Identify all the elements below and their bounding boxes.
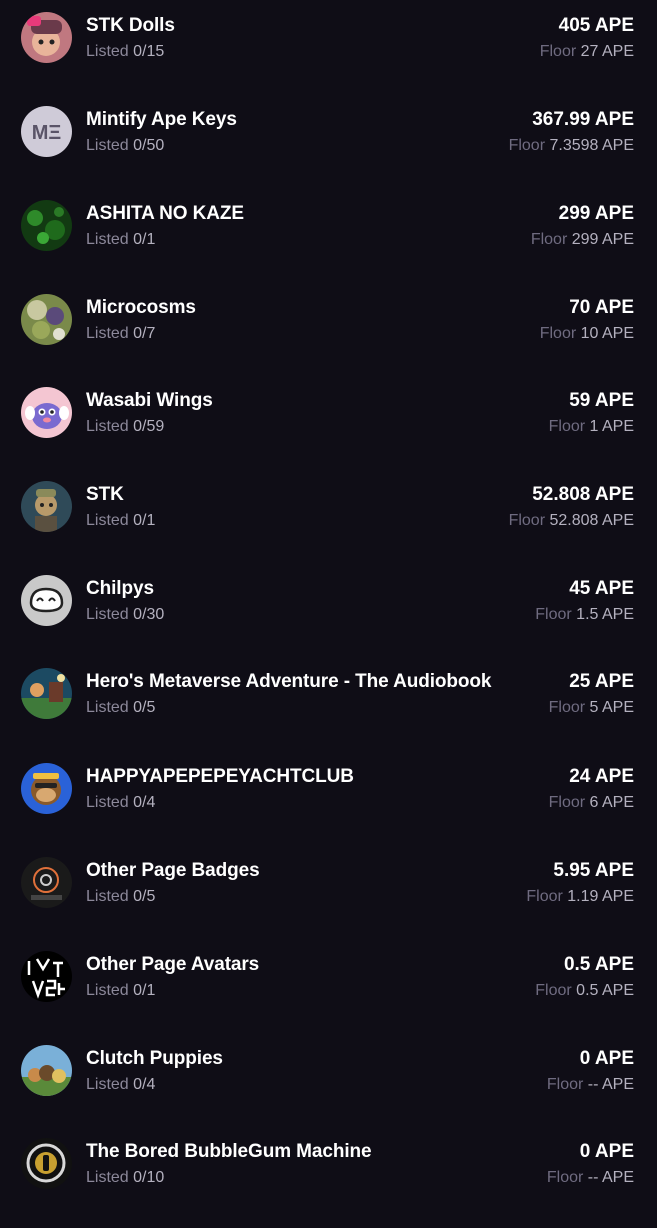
collection-name: Other Page Avatars — [86, 954, 260, 975]
collection-row-other-page-avatars[interactable]: Other Page Avatars Listed 0/1 0.5 APE Fl… — [0, 951, 657, 1041]
bubblegum-machine-avatar — [21, 1138, 72, 1189]
collection-price: 0 APE — [579, 1048, 634, 1069]
svg-text:MΞ: MΞ — [32, 122, 62, 144]
floor-price: Floor 1.19 APE — [526, 888, 634, 905]
collection-row-other-page-badges[interactable]: Other Page Badges Listed 0/5 5.95 APE Fl… — [0, 857, 657, 947]
collection-name: Mintify Ape Keys — [86, 109, 237, 130]
collection-row-wasabi-wings[interactable]: Wasabi Wings Listed 0/59 59 APE Floor 1 … — [0, 387, 657, 477]
floor-price: Floor -- APE — [546, 1169, 634, 1186]
floor-price: Floor 5 APE — [548, 699, 634, 716]
floor-price: Floor 1.5 APE — [535, 606, 634, 623]
collection-name: HAPPYAPEPEPEYACHTCLUB — [86, 766, 354, 787]
collection-price: 24 APE — [569, 766, 634, 787]
listed-count: Listed 0/4 — [86, 1076, 156, 1093]
ashita-avatar — [21, 200, 72, 251]
collection-name: Clutch Puppies — [86, 1048, 223, 1069]
collection-name: ASHITA NO KAZE — [86, 203, 244, 224]
listed-count: Listed 0/59 — [86, 418, 165, 435]
mintify-logo-avatar: MΞ — [21, 106, 72, 157]
chilpys-avatar — [21, 575, 72, 626]
collection-name: Wasabi Wings — [86, 390, 213, 411]
listed-count: Listed 0/5 — [86, 888, 156, 905]
collection-name: STK Dolls — [86, 15, 175, 36]
listed-count: Listed 0/7 — [86, 325, 156, 342]
floor-price: Floor 0.5 APE — [535, 982, 634, 999]
stk-dolls-avatar — [21, 12, 72, 63]
collection-row-ashita-no-kaze[interactable]: ASHITA NO KAZE Listed 0/1 299 APE Floor … — [0, 200, 657, 290]
floor-price: Floor 10 APE — [539, 325, 634, 342]
happy-ape-avatar — [21, 763, 72, 814]
collection-row-heros-metaverse-adventure[interactable]: Hero's Metaverse Adventure - The Audiobo… — [0, 668, 657, 758]
collection-row-clutch-puppies[interactable]: Clutch Puppies Listed 0/4 0 APE Floor --… — [0, 1045, 657, 1135]
collection-price: 5.95 APE — [553, 860, 634, 881]
floor-price: Floor 27 APE — [539, 43, 634, 60]
listed-count: Listed 0/30 — [86, 606, 165, 623]
collection-row-stk-dolls[interactable]: STK Dolls Listed 0/15 405 APE Floor 27 A… — [0, 12, 657, 102]
listed-count: Listed 0/50 — [86, 137, 165, 154]
floor-price: Floor 6 APE — [548, 794, 634, 811]
listed-count: Listed 0/10 — [86, 1169, 165, 1186]
collection-price: 59 APE — [569, 390, 634, 411]
collection-price: 367.99 APE — [532, 109, 634, 130]
other-page-badges-avatar — [21, 857, 72, 908]
stk-avatar — [21, 481, 72, 532]
collection-row-chilpys[interactable]: Chilpys Listed 0/30 45 APE Floor 1.5 APE — [0, 575, 657, 665]
floor-price: Floor 7.3598 APE — [508, 137, 634, 154]
collection-row-stk[interactable]: STK Listed 0/1 52.808 APE Floor 52.808 A… — [0, 481, 657, 571]
collection-price: 405 APE — [558, 15, 634, 36]
listed-count: Listed 0/1 — [86, 231, 156, 248]
hero-audiobook-avatar — [21, 668, 72, 719]
collection-row-bored-bubblegum-machine[interactable]: The Bored BubbleGum Machine Listed 0/10 … — [0, 1138, 657, 1228]
collection-name: Other Page Badges — [86, 860, 260, 881]
listed-count: Listed 0/1 — [86, 982, 156, 999]
collection-name: Microcosms — [86, 297, 196, 318]
listed-count: Listed 0/5 — [86, 699, 156, 716]
listed-count: Listed 0/15 — [86, 43, 165, 60]
microcosms-avatar — [21, 294, 72, 345]
collection-name: STK — [86, 484, 124, 505]
wasabi-wings-avatar — [21, 387, 72, 438]
collection-row-mintify-ape-keys[interactable]: MΞ Mintify Ape Keys Listed 0/50 367.99 A… — [0, 106, 657, 196]
listed-count: Listed 0/4 — [86, 794, 156, 811]
collection-price: 299 APE — [558, 203, 634, 224]
floor-price: Floor -- APE — [546, 1076, 634, 1093]
collection-name: The Bored BubbleGum Machine — [86, 1141, 372, 1162]
floor-price: Floor 1 APE — [548, 418, 634, 435]
listed-count: Listed 0/1 — [86, 512, 156, 529]
collection-row-microcosms[interactable]: Microcosms Listed 0/7 70 APE Floor 10 AP… — [0, 294, 657, 384]
collection-row-happyapepepeyachtclub[interactable]: HAPPYAPEPEPEYACHTCLUB Listed 0/4 24 APE … — [0, 763, 657, 853]
collection-name: Chilpys — [86, 578, 154, 599]
floor-price: Floor 52.808 APE — [508, 512, 634, 529]
clutch-puppies-avatar — [21, 1045, 72, 1096]
collection-price: 70 APE — [569, 297, 634, 318]
collection-price: 52.808 APE — [532, 484, 634, 505]
collection-price: 45 APE — [569, 578, 634, 599]
collection-price: 0.5 APE — [563, 954, 634, 975]
collection-price: 25 APE — [569, 671, 634, 692]
collection-price: 0 APE — [579, 1141, 634, 1162]
floor-price: Floor 299 APE — [530, 231, 634, 248]
collection-name: Hero's Metaverse Adventure - The Audiobo… — [86, 671, 492, 692]
other-page-avatars-avatar — [21, 951, 72, 1002]
